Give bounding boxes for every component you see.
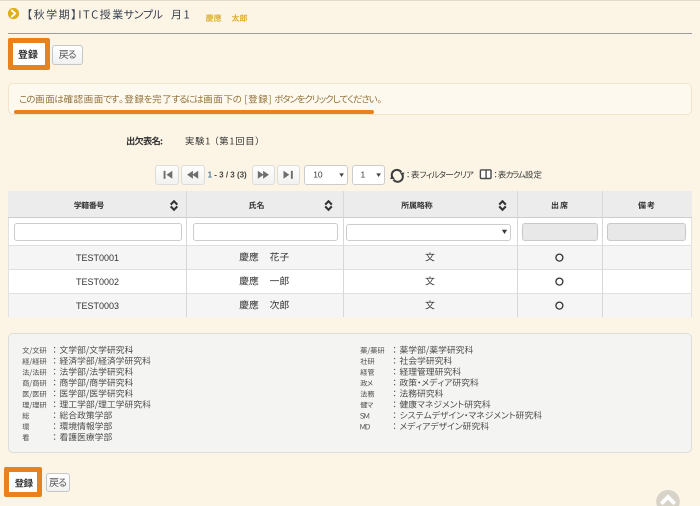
svg-text:1 - 3 / 3 (3): 1 - 3 / 3 (3) — [208, 170, 247, 179]
svg-text:TEST0002: TEST0002 — [76, 277, 119, 287]
svg-text:1: 1 — [361, 170, 366, 180]
svg-text:TEST0003: TEST0003 — [76, 301, 119, 311]
svg-text:10: 10 — [313, 170, 323, 180]
svg-text:TEST0001: TEST0001 — [76, 253, 119, 263]
